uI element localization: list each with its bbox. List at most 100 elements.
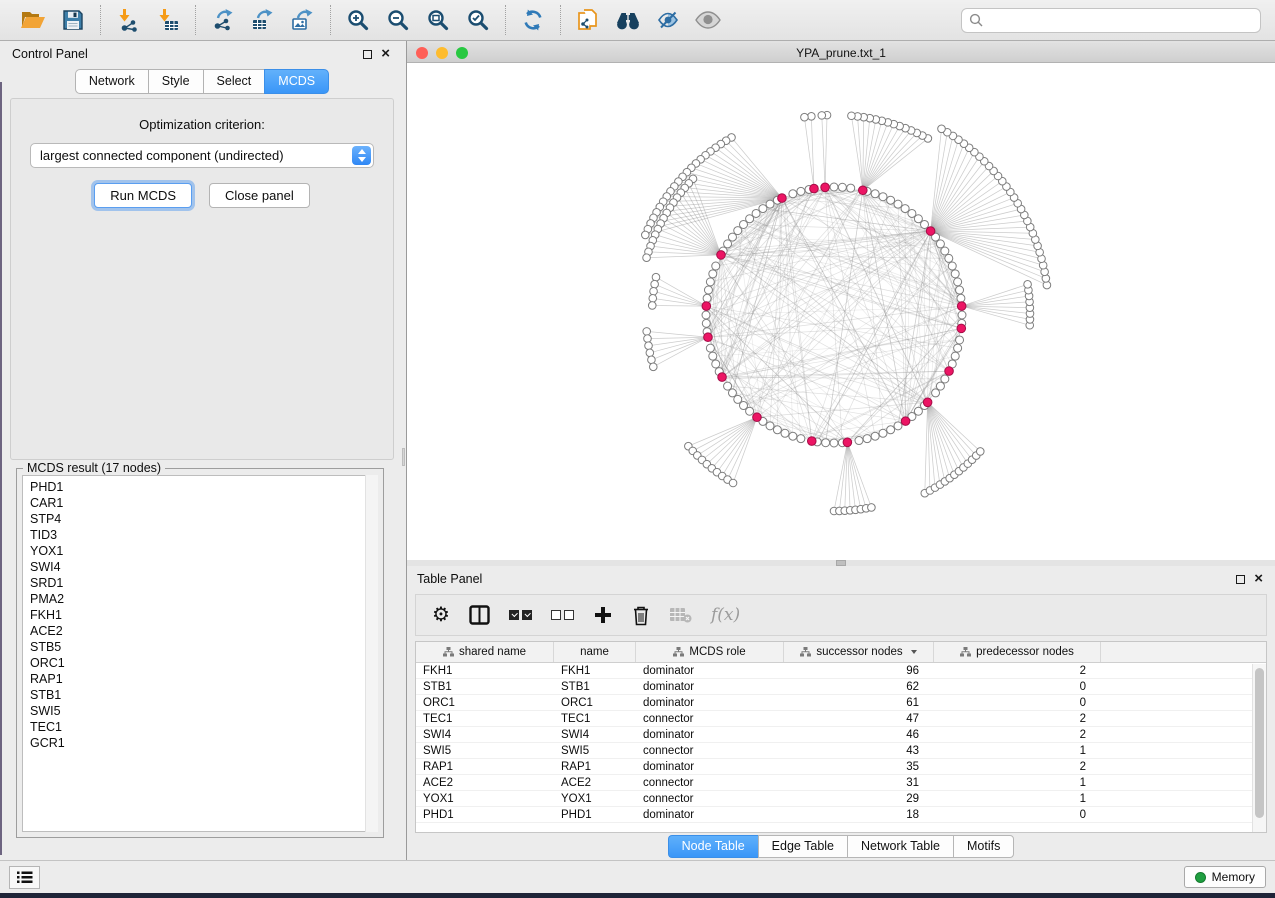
column-header-shared-name[interactable]: shared name: [416, 642, 554, 662]
splitter-handle[interactable]: [836, 560, 846, 566]
column-header-successor-nodes[interactable]: successor nodes: [784, 642, 934, 662]
mcds-result-item[interactable]: ACE2: [30, 623, 377, 639]
graph-leaf-node[interactable]: [868, 504, 876, 512]
float-panel-icon[interactable]: [1236, 575, 1245, 584]
graph-node[interactable]: [879, 429, 887, 437]
graph-node[interactable]: [871, 190, 879, 198]
mcds-graph-node[interactable]: [821, 183, 830, 192]
graph-node[interactable]: [945, 254, 953, 262]
mcds-result-item[interactable]: SWI5: [30, 703, 377, 719]
mcds-list-scrollbar[interactable]: [365, 475, 378, 832]
tab-node-table[interactable]: Node Table: [668, 835, 758, 858]
maximize-window-icon[interactable]: [456, 47, 468, 59]
graph-node[interactable]: [936, 240, 944, 248]
table-row[interactable]: TEC1TEC1connector472: [416, 711, 1266, 727]
graph-node[interactable]: [847, 184, 855, 192]
network-canvas[interactable]: [407, 63, 1275, 560]
graph-node[interactable]: [702, 319, 710, 327]
add-column-icon[interactable]: [593, 605, 613, 625]
graph-leaf-node[interactable]: [818, 112, 826, 120]
tab-style[interactable]: Style: [148, 69, 203, 94]
splitter-handle[interactable]: [402, 448, 405, 466]
column-header-mcds-role[interactable]: MCDS role: [636, 642, 784, 662]
graph-node[interactable]: [958, 311, 966, 319]
mcds-graph-node[interactable]: [778, 194, 787, 203]
show-graphics-eye-icon[interactable]: [693, 5, 723, 35]
mcds-result-item[interactable]: STB1: [30, 687, 377, 703]
graph-node[interactable]: [948, 262, 956, 270]
graph-node[interactable]: [894, 200, 902, 208]
graph-node[interactable]: [941, 375, 949, 383]
graph-leaf-node[interactable]: [644, 335, 652, 343]
mcds-result-item[interactable]: STP4: [30, 511, 377, 527]
mcds-result-item[interactable]: YOX1: [30, 543, 377, 559]
mcds-result-item[interactable]: PHD1: [30, 479, 377, 495]
hide-graphics-eye-icon[interactable]: [653, 5, 683, 35]
mcds-result-item[interactable]: FKH1: [30, 607, 377, 623]
mcds-graph-node[interactable]: [718, 373, 727, 382]
graph-node[interactable]: [956, 286, 964, 294]
mcds-graph-node[interactable]: [810, 184, 819, 193]
mcds-graph-node[interactable]: [753, 413, 762, 422]
graph-node[interactable]: [706, 278, 714, 286]
mcds-graph-node[interactable]: [807, 437, 816, 446]
graph-node[interactable]: [838, 183, 846, 191]
graph-node[interactable]: [887, 196, 895, 204]
mcds-result-item[interactable]: GCR1: [30, 735, 377, 751]
graph-leaf-node[interactable]: [1024, 281, 1032, 289]
mcds-result-list[interactable]: PHD1CAR1STP4TID3YOX1SWI4SRD1PMA2FKH1ACE2…: [22, 475, 378, 832]
column-header-predecessor-nodes[interactable]: predecessor nodes: [934, 642, 1101, 662]
graph-leaf-node[interactable]: [938, 125, 946, 133]
graph-node[interactable]: [797, 187, 805, 195]
graph-leaf-node[interactable]: [643, 254, 651, 262]
delete-column-icon[interactable]: [632, 605, 650, 626]
graph-leaf-node[interactable]: [649, 295, 657, 303]
tab-select[interactable]: Select: [203, 69, 265, 94]
mcds-result-item[interactable]: TEC1: [30, 719, 377, 735]
close-panel-icon[interactable]: ×: [1254, 574, 1263, 584]
mcds-result-item[interactable]: PMA2: [30, 591, 377, 607]
refresh-icon[interactable]: [518, 5, 548, 35]
graph-node[interactable]: [887, 426, 895, 434]
graph-node[interactable]: [712, 262, 720, 270]
mcds-graph-node[interactable]: [945, 367, 954, 376]
mcds-graph-node[interactable]: [957, 324, 966, 333]
graph-leaf-node[interactable]: [801, 113, 809, 121]
search-box[interactable]: [961, 8, 1261, 33]
run-mcds-button[interactable]: Run MCDS: [94, 183, 192, 208]
graph-leaf-node[interactable]: [848, 112, 856, 120]
mcds-graph-node[interactable]: [923, 398, 932, 407]
table-row[interactable]: PHD1PHD1dominator180: [416, 807, 1266, 823]
import-table-icon[interactable]: [153, 5, 183, 35]
open-folder-icon[interactable]: [18, 5, 48, 35]
graph-node[interactable]: [766, 200, 774, 208]
task-history-button[interactable]: [9, 866, 40, 889]
graph-node[interactable]: [956, 336, 964, 344]
export-network-icon[interactable]: [208, 5, 238, 35]
close-panel-button[interactable]: Close panel: [209, 183, 310, 208]
graph-node[interactable]: [951, 270, 959, 278]
node-table-body[interactable]: FKH1FKH1dominator962STB1STB1dominator620…: [416, 663, 1266, 832]
graph-leaf-node[interactable]: [976, 448, 984, 456]
graph-node[interactable]: [773, 426, 781, 434]
graph-node[interactable]: [709, 270, 717, 278]
table-row[interactable]: ACE2ACE2connector311: [416, 775, 1266, 791]
select-all-icon[interactable]: [509, 610, 532, 620]
table-vertical-scrollbar[interactable]: [1252, 664, 1266, 832]
mcds-result-item[interactable]: ORC1: [30, 655, 377, 671]
zoom-in-icon[interactable]: [343, 5, 373, 35]
mcds-graph-node[interactable]: [702, 302, 711, 311]
zoom-out-icon[interactable]: [383, 5, 413, 35]
mcds-graph-node[interactable]: [858, 186, 867, 195]
mcds-graph-node[interactable]: [957, 302, 966, 311]
graph-node[interactable]: [702, 311, 710, 319]
graph-leaf-node[interactable]: [648, 356, 656, 364]
mcds-result-item[interactable]: SRD1: [30, 575, 377, 591]
graph-node[interactable]: [957, 294, 965, 302]
table-row[interactable]: RAP1RAP1dominator352: [416, 759, 1266, 775]
graph-node[interactable]: [703, 294, 711, 302]
graph-node[interactable]: [941, 247, 949, 255]
tab-edge-table[interactable]: Edge Table: [758, 835, 847, 858]
graph-node[interactable]: [706, 344, 714, 352]
graph-node[interactable]: [871, 432, 879, 440]
